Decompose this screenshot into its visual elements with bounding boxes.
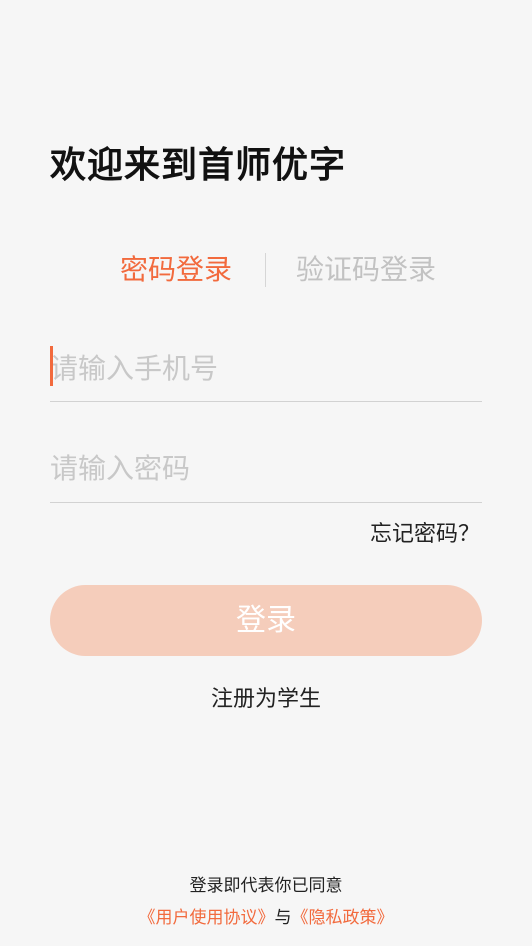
tab-code-login[interactable]: 验证码登录 [296,248,436,292]
login-mode-tabs: 密码登录 验证码登录 [0,248,532,292]
tab-divider [265,253,266,287]
password-input[interactable] [50,440,482,496]
text-caret [50,346,53,386]
login-button[interactable]: 登录 [50,585,482,656]
agreement-conjunction: 与 [274,908,292,928]
phone-input[interactable] [50,340,482,396]
welcome-title: 欢迎来到首师优字 [50,145,347,186]
phone-field [50,340,482,402]
agreement-prefix: 登录即代表你已同意 [189,876,343,896]
register-student-link[interactable]: 注册为学生 [0,685,532,715]
privacy-policy-link[interactable]: 《隐私政策》 [292,908,394,928]
agreement-notice: 登录即代表你已同意 《用户使用协议》与《隐私政策》 [0,872,532,932]
user-agreement-link[interactable]: 《用户使用协议》 [139,908,275,928]
forgot-password-link[interactable]: 忘记密码？ [370,520,480,550]
login-screen: 欢迎来到首师优字 密码登录 验证码登录 忘记密码？ 登录 注册为学生 登录即代表… [0,0,532,946]
password-field [50,440,482,503]
agreement-links: 《用户使用协议》与《隐私政策》 [0,904,532,932]
tab-password-login[interactable]: 密码登录 [120,248,232,292]
